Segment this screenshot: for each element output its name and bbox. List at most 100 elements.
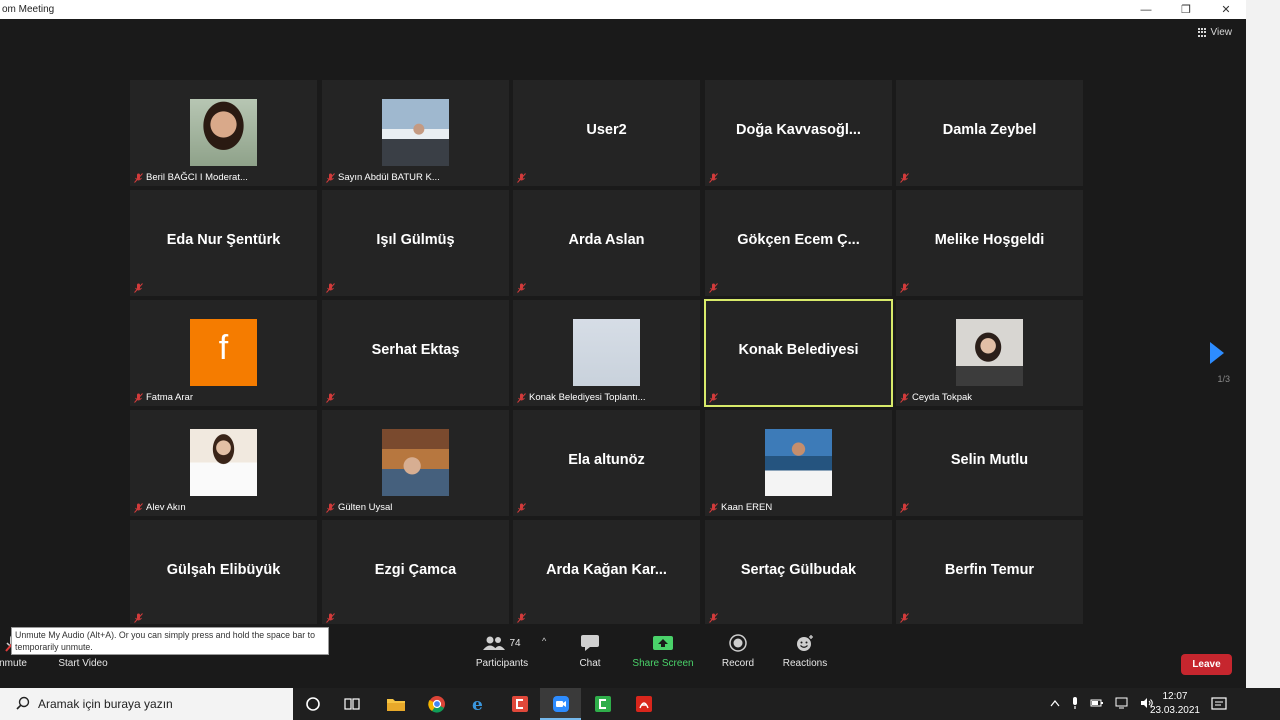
participant-footer: Gülten Uysal [326,502,392,513]
participant-tile[interactable]: Beril BAĞCI I Moderat... [130,80,317,186]
participant-footer [709,613,718,623]
participant-tile[interactable]: Konak Belediyesi [704,299,893,407]
participant-footer [134,283,143,293]
edge-icon[interactable]: e [468,693,490,715]
show-hidden-icons-chevron-icon[interactable] [1050,699,1060,710]
record-button[interactable]: Record [720,632,756,669]
share-screen-button[interactable]: Share Screen [632,632,694,669]
participants-button[interactable]: 74 Participants [474,632,530,669]
app-red-icon[interactable] [509,693,531,715]
minimize-button[interactable]: — [1126,0,1166,19]
participant-photo [382,429,449,496]
windows-taskbar: Aramak için buraya yazın e 12:07 23.03.2… [0,688,1280,720]
participant-footer [326,613,335,623]
muted-mic-icon [134,172,143,183]
participant-tile[interactable]: Gülten Uysal [322,410,509,516]
participant-footer [326,393,335,403]
participant-photo [956,319,1023,386]
leave-button[interactable]: Leave [1181,654,1232,675]
cortana-icon[interactable] [302,693,324,715]
acrobat-icon[interactable] [633,693,655,715]
muted-mic-icon [709,502,718,513]
muted-mic-icon [134,392,143,403]
restore-button[interactable]: ❐ [1166,0,1206,19]
participant-tile[interactable]: Sayın Abdül BATUR K... [322,80,509,186]
muted-mic-icon [517,392,526,403]
muted-mic-icon [326,502,335,513]
reactions-button[interactable]: Reactions [782,632,828,669]
participant-name: User2 [586,122,627,138]
muted-mic-icon [134,283,143,293]
muted-mic-icon [900,613,909,623]
participant-tile[interactable]: Ezgi Çamca [322,520,509,626]
record-label: Record [721,658,755,669]
participant-tile[interactable]: Ela altunöz [513,410,700,516]
participant-footer: Ceyda Tokpak [900,392,972,403]
muted-mic-icon [326,283,335,293]
window-titlebar: om Meeting — ❐ ✕ [0,0,1246,19]
participant-photo [190,429,257,496]
participant-tile[interactable]: Selin Mutlu [896,410,1083,516]
participant-tile[interactable]: f Fatma Arar [130,300,317,406]
participant-footer [900,173,909,183]
unmute-label: nmute [0,658,27,669]
participant-tile[interactable]: Damla Zeybel [896,80,1083,186]
participant-tile[interactable]: Ceyda Tokpak [896,300,1083,406]
muted-mic-icon [900,503,909,513]
muted-mic-icon [709,173,718,183]
file-explorer-icon[interactable] [385,693,407,715]
task-view-icon[interactable] [342,693,364,715]
zoom-icon[interactable] [550,693,572,715]
participant-name: Ceyda Tokpak [912,392,973,403]
facebook-logo-icon: f [190,319,257,386]
participant-name: Sayın Abdül BATUR K... [338,172,440,183]
participant-name: Melike Hoşgeldi [934,232,1045,248]
taskbar-search-box[interactable]: Aramak için buraya yazın [0,688,293,720]
unmute-tooltip: Unmute My Audio (Alt+A). Or you can simp… [11,627,329,655]
participant-name: Sertaç Gülbudak [740,562,857,578]
participant-tile[interactable]: Alev Akın [130,410,317,516]
reactions-label: Reactions [782,658,828,669]
participants-icon [483,636,506,650]
participant-tile[interactable]: Kaan EREN [705,410,892,516]
app-green-icon[interactable] [592,693,614,715]
notifications-icon[interactable] [1208,693,1230,715]
participant-tile[interactable]: Konak Belediyesi Toplantı... [513,300,700,406]
participant-tile[interactable]: Arda Aslan [513,190,700,296]
participant-name: Alev Akın [146,502,186,513]
taskbar-clock[interactable]: 12:07 23.03.2021 [1150,690,1200,718]
participant-tile[interactable]: Doğa Kavvasoğl... [705,80,892,186]
participant-tile[interactable]: Serhat Ektaş [322,300,509,406]
chat-button[interactable]: Chat [576,632,604,669]
system-tray [1050,688,1154,720]
participant-tile[interactable]: Berfin Temur [896,520,1083,626]
network-icon[interactable] [1115,697,1129,712]
participant-name: Beril BAĞCI I Moderat... [146,172,248,183]
participants-caret-icon[interactable]: ^ [542,636,546,646]
view-button[interactable]: View [1197,27,1232,38]
participant-footer [517,283,526,293]
muted-mic-icon [517,503,526,513]
microphone-icon[interactable] [1071,696,1079,713]
participant-tile[interactable]: Arda Kağan Kar... [513,520,700,626]
participant-name: Berfin Temur [944,562,1035,578]
muted-mic-icon [900,283,909,293]
participant-tile[interactable]: Eda Nur Şentürk [130,190,317,296]
participant-tile[interactable]: User2 [513,80,700,186]
close-button[interactable]: ✕ [1206,0,1246,19]
chrome-icon[interactable] [426,693,448,715]
participant-tile[interactable]: Gülşah Elibüyük [130,520,317,626]
participant-tile[interactable]: Sertaç Gülbudak [705,520,892,626]
participant-name: Serhat Ektaş [371,342,460,358]
battery-icon[interactable] [1090,698,1104,711]
chat-icon [580,632,600,654]
record-icon [729,632,747,654]
participant-name: Gülten Uysal [338,502,393,513]
participant-name: Fatma Arar [146,392,193,403]
participant-tile[interactable]: Gökçen Ecem Ç... [705,190,892,296]
next-page-arrow-icon[interactable] [1210,342,1224,364]
participant-tile[interactable]: Melike Hoşgeldi [896,190,1083,296]
participant-tile[interactable]: Işıl Gülmüş [322,190,509,296]
share-screen-label: Share Screen [632,658,694,669]
muted-mic-icon [900,173,909,183]
